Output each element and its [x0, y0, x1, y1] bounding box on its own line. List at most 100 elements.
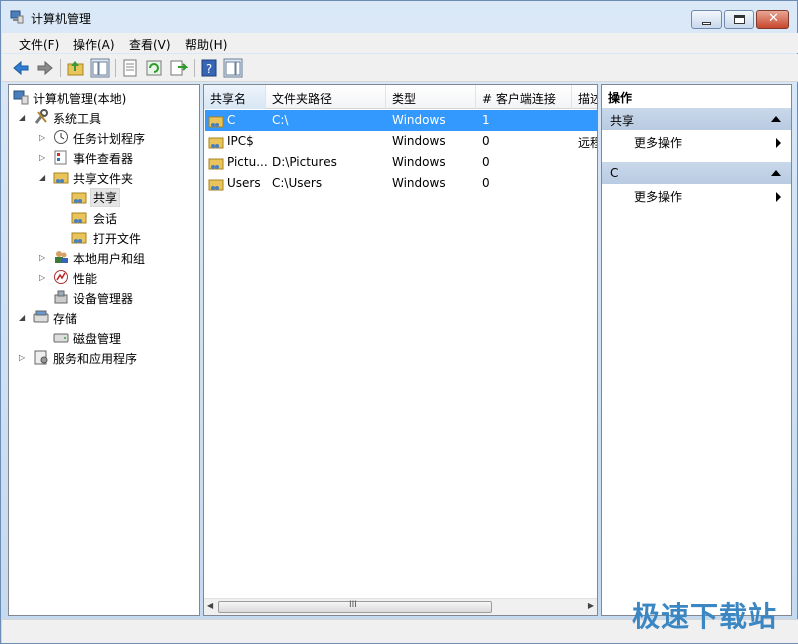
- scrollbar-grip: III: [349, 600, 357, 610]
- column-header-description[interactable]: 描述: [572, 85, 597, 109]
- column-label: # 客户端连接: [482, 92, 556, 106]
- tree-item-storage[interactable]: ◢ 存储: [9, 307, 199, 327]
- scroll-right-arrow-icon[interactable]: ▶: [588, 601, 594, 610]
- tree-item-services-apps[interactable]: ▷ 服务和应用程序: [9, 347, 199, 367]
- tree-item-device-manager[interactable]: 设备管理器: [9, 287, 199, 307]
- tree-label: 打开文件: [93, 232, 142, 246]
- tree-item-shared-folders[interactable]: ◢ 共享文件夹: [9, 167, 199, 187]
- collapse-up-icon[interactable]: [771, 170, 781, 176]
- tree-item-disk-management[interactable]: 磁盘管理: [9, 327, 199, 347]
- tree-label: 性能: [73, 272, 98, 286]
- storage-icon: [33, 310, 49, 323]
- action-more-shares[interactable]: 更多操作: [602, 132, 791, 152]
- services-icon: [34, 350, 48, 365]
- collapse-arrow-icon[interactable]: ◢: [19, 113, 28, 122]
- clock-icon: [54, 130, 68, 144]
- close-button[interactable]: ✕: [756, 10, 789, 29]
- table-row[interactable]: IPC$ Windows 0 远程: [205, 131, 597, 152]
- horizontal-scrollbar[interactable]: ◀ III ▶: [204, 598, 597, 615]
- window-title: 计算机管理: [31, 12, 92, 26]
- cell-folder-path: C:\: [272, 113, 289, 127]
- menu-file[interactable]: 文件(F): [19, 36, 59, 53]
- action-group-c[interactable]: C: [602, 162, 791, 184]
- show-hide-tree-icon[interactable]: [90, 58, 110, 78]
- tree-label: 系统工具: [53, 112, 102, 126]
- tree-item-performance[interactable]: ▷ 性能: [9, 267, 199, 287]
- show-action-pane-icon[interactable]: [223, 58, 243, 78]
- tree-label: 设备管理器: [73, 292, 134, 306]
- tree-item-root[interactable]: 计算机管理(本地): [9, 87, 199, 107]
- tools-icon: [34, 109, 48, 124]
- tree-item-event-viewer[interactable]: ▷ 事件查看器: [9, 147, 199, 167]
- navigation-tree: 计算机管理(本地) ◢ 系统工具 ▷ 任务计划程序 ▷ 事件查看器 ◢ 共享文件…: [8, 84, 200, 616]
- table-row[interactable]: Pictu... D:\Pictures Windows 0: [205, 152, 597, 173]
- export-list-icon[interactable]: [168, 58, 188, 78]
- expand-arrow-icon[interactable]: ▷: [39, 253, 48, 262]
- cell-clients: 1: [482, 113, 490, 127]
- tree-label: 会话: [93, 212, 118, 226]
- help-icon[interactable]: ?: [199, 58, 219, 78]
- column-header-client-connections[interactable]: # 客户端连接: [476, 85, 572, 109]
- tree-item-task-scheduler[interactable]: ▷ 任务计划程序: [9, 127, 199, 147]
- expand-arrow-icon[interactable]: ▷: [39, 273, 48, 282]
- column-label: 类型: [392, 92, 417, 106]
- cell-description: 远程: [578, 136, 597, 150]
- back-arrow-icon[interactable]: [11, 58, 31, 78]
- collapse-up-icon[interactable]: [771, 116, 781, 122]
- tree-item-system-tools[interactable]: ◢ 系统工具: [9, 107, 199, 127]
- expand-arrow-icon[interactable]: ▷: [39, 133, 48, 142]
- cell-type: Windows: [392, 134, 446, 148]
- menu-bar: 文件(F) 操作(A) 查看(V) 帮助(H): [2, 33, 798, 53]
- menu-action[interactable]: 操作(A): [73, 36, 115, 53]
- cell-share-name: IPC$: [227, 134, 254, 148]
- forward-arrow-icon[interactable]: [35, 58, 55, 78]
- minimize-button[interactable]: [691, 10, 722, 29]
- device-manager-icon: [54, 290, 68, 304]
- shared-folder-icon: [208, 137, 224, 149]
- collapse-arrow-icon[interactable]: ◢: [39, 173, 48, 182]
- action-group-shares[interactable]: 共享: [602, 108, 791, 130]
- action-group-label: C: [610, 166, 619, 180]
- tree-item-shares[interactable]: 共享: [9, 187, 199, 207]
- tree-label: 本地用户和组: [73, 252, 146, 266]
- shared-folder-icon: [71, 232, 87, 244]
- cell-share-name: C: [227, 113, 236, 127]
- column-header-type[interactable]: 类型: [386, 85, 476, 109]
- actions-pane: 操作 共享 更多操作 C 更多操作: [601, 84, 792, 616]
- cell-folder-path: C:\Users: [272, 176, 323, 190]
- expand-arrow-icon[interactable]: ▷: [19, 353, 28, 362]
- watermark: 极速下载站: [631, 600, 777, 633]
- column-header-share-name[interactable]: 共享名: [204, 85, 266, 109]
- shared-folder-icon: [53, 172, 69, 184]
- column-label: 文件夹路径: [272, 92, 333, 106]
- column-header-folder-path[interactable]: 文件夹路径: [266, 85, 386, 109]
- performance-icon: [54, 270, 68, 284]
- properties-icon[interactable]: [120, 58, 140, 78]
- scroll-left-arrow-icon[interactable]: ◀: [207, 601, 213, 610]
- tree-label: 磁盘管理: [73, 332, 122, 346]
- menu-view[interactable]: 查看(V): [129, 36, 171, 53]
- tree-label: 服务和应用程序: [53, 352, 138, 366]
- tree-label: 事件查看器: [73, 152, 134, 166]
- up-folder-icon[interactable]: [66, 58, 86, 78]
- expand-arrow-icon[interactable]: ▷: [39, 153, 48, 162]
- tree-item-open-files[interactable]: 打开文件: [9, 227, 199, 247]
- tree-item-local-users[interactable]: ▷ 本地用户和组: [9, 247, 199, 267]
- scrollbar-thumb[interactable]: III: [218, 600, 492, 613]
- disk-icon: [53, 333, 69, 343]
- refresh-icon[interactable]: [144, 58, 164, 78]
- cell-type: Windows: [392, 155, 446, 169]
- table-row[interactable]: C C:\ Windows 1: [205, 110, 597, 131]
- table-row[interactable]: Users C:\Users Windows 0: [205, 173, 597, 194]
- shared-folder-icon: [208, 158, 224, 170]
- computer-management-window: 计算机管理 ✕ 文件(F) 操作(A) 查看(V) 帮助(H) ? 计算机管理(…: [0, 0, 798, 644]
- collapse-arrow-icon[interactable]: ◢: [19, 313, 28, 322]
- shared-folder-icon: [208, 179, 224, 191]
- title-bar[interactable]: 计算机管理 ✕: [1, 1, 797, 31]
- tree-item-sessions[interactable]: 会话: [9, 207, 199, 227]
- close-icon: ✕: [768, 11, 779, 26]
- computer-management-icon: [13, 90, 29, 105]
- menu-help[interactable]: 帮助(H): [185, 36, 227, 53]
- maximize-button[interactable]: [724, 10, 754, 29]
- action-more-c[interactable]: 更多操作: [602, 186, 791, 206]
